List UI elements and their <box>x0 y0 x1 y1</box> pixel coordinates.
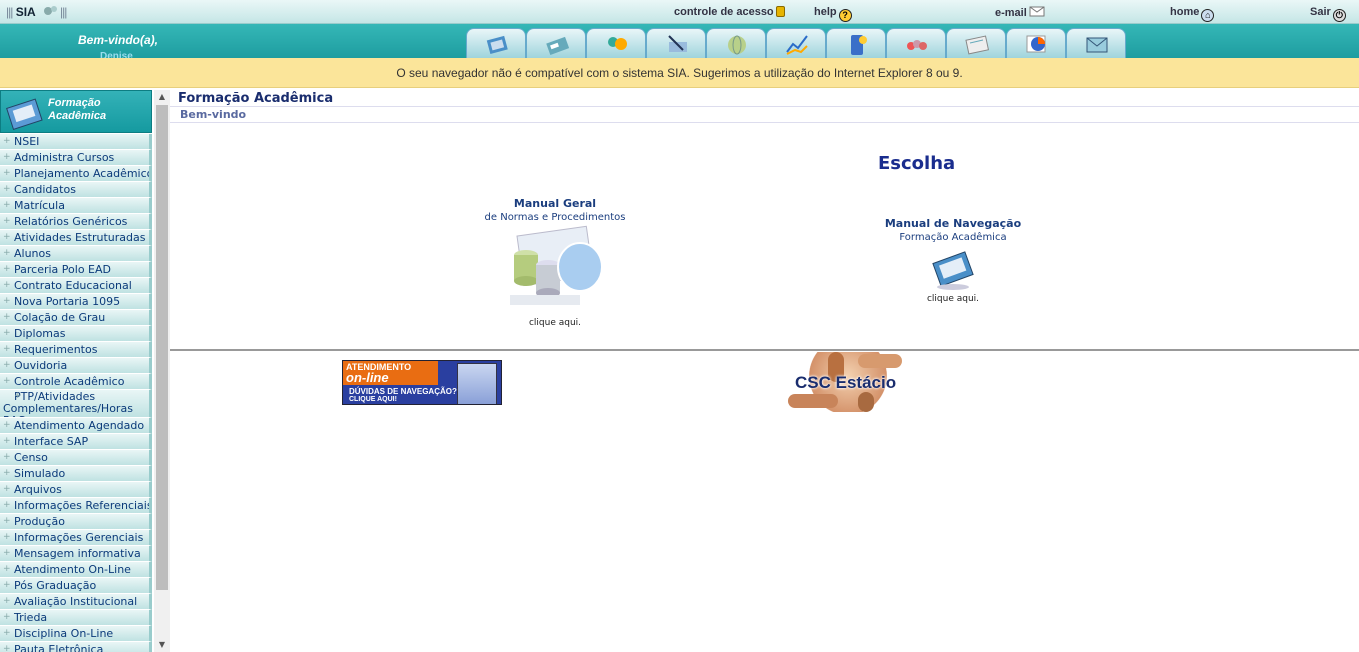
gear-icon <box>43 6 57 15</box>
module-pie-icon[interactable] <box>1006 28 1066 58</box>
sidebar-item[interactable]: Matrícula <box>0 198 152 214</box>
banner-line4: CLIQUE AQUI! <box>349 396 397 403</box>
hand-icon <box>788 394 838 408</box>
sidebar-item[interactable]: Avaliação Institucional <box>0 594 152 610</box>
top-bar: ||| SIA ||| controle de acesso help? e-m… <box>0 0 1359 24</box>
power-icon: ⏻ <box>1332 9 1346 22</box>
manual-nav-title: Manual de Navegação <box>884 217 1022 230</box>
header-band: Bem-vindo(a), Denise <box>0 24 1359 62</box>
sidebar-item[interactable]: Contrato Educacional <box>0 278 152 294</box>
sidebar-item[interactable]: Trieda <box>0 610 152 626</box>
choose-heading: Escolha <box>878 153 956 174</box>
page-title: Formação Acadêmica <box>178 91 334 106</box>
sidebar-item[interactable]: Informações Referenciais <box>0 498 152 514</box>
divider <box>170 106 1359 107</box>
atendimento-online-banner[interactable]: ATENDIMENTO on-line DÚVIDAS DE NAVEGAÇÃO… <box>342 360 502 405</box>
manual-geral-link[interactable]: Manual Geral de Normas e Procedimentos c… <box>470 197 640 328</box>
lock-icon <box>775 6 785 17</box>
sidebar-item[interactable]: Produção <box>0 514 152 530</box>
sidebar-menu: NSEIAdministra CursosPlanejamento Acadêm… <box>0 134 154 652</box>
banner-line3: DÚVIDAS DE NAVEGAÇÃO? <box>349 387 457 396</box>
manual-geral-click[interactable]: clique aqui. <box>470 318 640 328</box>
sidebar-item[interactable]: Informações Gerenciais <box>0 530 152 546</box>
sidebar-title: Formação Acadêmica <box>48 97 107 122</box>
manual-nav-click[interactable]: clique aqui. <box>870 294 1036 304</box>
manual-geral-title: Manual Geral <box>513 197 597 210</box>
sidebar-item[interactable]: Parceria Polo EAD <box>0 262 152 278</box>
sidebar-item[interactable]: Atendimento On-Line <box>0 562 152 578</box>
sidebar-item[interactable]: Censo <box>0 450 152 466</box>
module-card-icon[interactable] <box>526 28 586 58</box>
sidebar-item[interactable]: Mensagem informativa <box>0 546 152 562</box>
module-group-icon[interactable] <box>886 28 946 58</box>
app-name: SIA <box>15 5 36 19</box>
module-academic-icon[interactable] <box>466 28 526 58</box>
module-people-icon[interactable] <box>586 28 646 58</box>
sidebar: FormaçãoAcadêmica NSEIAdministra CursosP… <box>0 90 154 652</box>
banner-line2: on-line <box>346 370 389 385</box>
academic-icon <box>6 98 43 130</box>
sidebar-item[interactable]: PTP/Atividades Complementares/Horas RAC <box>0 390 152 418</box>
welcome-text: Bem-vindo(a), <box>78 33 159 47</box>
sidebar-item[interactable]: Interface SAP <box>0 434 152 450</box>
access-control-link[interactable]: controle de acesso <box>674 6 785 18</box>
section-divider <box>170 349 1359 351</box>
logout-link[interactable]: Sair ⏻ <box>1310 6 1346 22</box>
sidebar-item[interactable]: Controle Acadêmico <box>0 374 152 390</box>
main-content: Formação Acadêmica Bem-vindo Escolha Man… <box>170 88 1359 652</box>
sidebar-item[interactable]: Requerimentos <box>0 342 152 358</box>
manual-nav-subtitle: Formação Acadêmica <box>899 232 1007 243</box>
sidebar-item[interactable]: Planejamento Acadêmico <box>0 166 152 182</box>
sidebar-header: Formação Acadêmica <box>0 90 152 133</box>
sidebar-item[interactable]: Candidatos <box>0 182 152 198</box>
monitor-icon <box>457 363 497 404</box>
sidebar-item[interactable]: Atendimento Agendado <box>0 418 152 434</box>
page-subtitle: Bem-vindo <box>180 108 247 121</box>
sidebar-item[interactable]: Arquivos <box>0 482 152 498</box>
scroll-up-arrow-icon[interactable]: ▲ <box>154 90 170 104</box>
sidebar-item[interactable]: Administra Cursos <box>0 150 152 166</box>
sidebar-item[interactable]: Pauta Eletrônica <box>0 642 152 652</box>
csc-estacio-text: CSC Estácio <box>795 373 897 392</box>
manual-navegacao-link[interactable]: Manual de Navegação Formação Acadêmica c… <box>870 217 1036 304</box>
sidebar-item[interactable]: Diplomas <box>0 326 152 342</box>
csc-estacio-banner[interactable]: CSC Estácio <box>788 352 908 412</box>
app-logo: ||| SIA ||| <box>6 5 67 19</box>
sidebar-item[interactable]: Colação de Grau <box>0 310 152 326</box>
scroll-thumb[interactable] <box>156 105 168 590</box>
sidebar-item[interactable]: Ouvidoria <box>0 358 152 374</box>
divider <box>170 122 1359 123</box>
help-link[interactable]: help? <box>814 6 852 22</box>
module-chart-icon[interactable] <box>766 28 826 58</box>
email-link[interactable]: e-mail <box>995 6 1045 19</box>
sidebar-scrollbar[interactable]: ▲ ▼ <box>154 90 170 652</box>
hand-icon <box>858 392 874 412</box>
sidebar-item[interactable]: Pós Graduação <box>0 578 152 594</box>
sidebar-item[interactable]: Disciplina On-Line <box>0 626 152 642</box>
module-envelope-icon[interactable] <box>1066 28 1126 58</box>
help-icon: ? <box>838 9 852 22</box>
module-certificate-icon[interactable] <box>946 28 1006 58</box>
scroll-down-arrow-icon[interactable]: ▼ <box>154 638 170 652</box>
hand-icon <box>858 354 902 368</box>
envelope-icon <box>1029 6 1045 17</box>
sidebar-item[interactable]: Nova Portaria 1095 <box>0 294 152 310</box>
module-pen-icon[interactable] <box>646 28 706 58</box>
sidebar-item[interactable]: Atividades Estruturadas <box>0 230 152 246</box>
home-link[interactable]: home ⌂ <box>1170 6 1215 22</box>
home-icon: ⌂ <box>1201 9 1215 22</box>
academic-icon[interactable] <box>928 245 978 291</box>
sidebar-item[interactable]: Simulado <box>0 466 152 482</box>
sidebar-item[interactable]: Alunos <box>0 246 152 262</box>
sidebar-item[interactable]: NSEI <box>0 134 152 150</box>
module-globe-icon[interactable] <box>706 28 766 58</box>
sidebar-item[interactable]: Relatórios Genéricos <box>0 214 152 230</box>
module-tabs <box>466 28 1126 58</box>
browser-warning: O seu navegador não é compatível com o s… <box>0 58 1359 88</box>
module-phone-icon[interactable] <box>826 28 886 58</box>
manual-geral-subtitle: de Normas e Procedimentos <box>484 212 626 223</box>
database-globe-icon[interactable] <box>500 225 610 315</box>
